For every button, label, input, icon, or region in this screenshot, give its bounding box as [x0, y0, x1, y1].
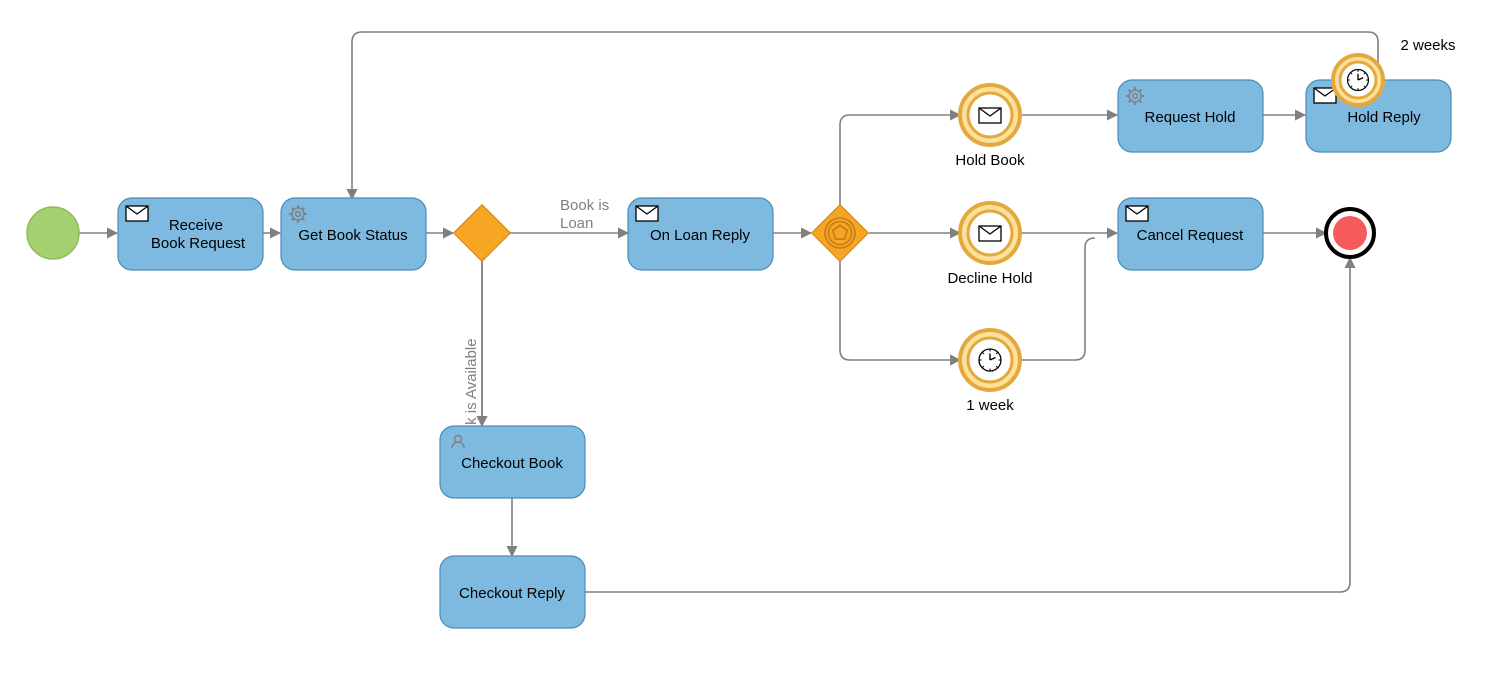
message-icon — [979, 108, 1001, 123]
start-event — [27, 207, 79, 259]
message-icon — [1314, 88, 1336, 103]
flow-evg-holdbook — [840, 115, 960, 205]
message-icon — [1126, 206, 1148, 221]
flow-checkoutreply-end — [584, 258, 1350, 592]
event-decline-hold: Decline Hold — [947, 203, 1032, 287]
end-event — [1326, 209, 1374, 257]
task-receive-book-request: Receive Book Request Receive Book Reques… — [118, 198, 263, 270]
task-cancel-request: Cancel Request — [1118, 198, 1263, 270]
task-checkout-reply: Checkout Reply — [440, 556, 585, 628]
event-hold-book: Hold Book — [955, 85, 1025, 169]
event-one-week: 1 week — [960, 330, 1020, 414]
svg-text:Checkout Book: Checkout Book — [461, 455, 563, 472]
gateway-exclusive — [454, 205, 511, 262]
svg-text:Hold Book: Hold Book — [955, 152, 1025, 169]
svg-text:On Loan Reply: On Loan Reply — [650, 227, 751, 244]
message-icon — [636, 206, 658, 221]
flow-1week-cancel — [1021, 238, 1095, 360]
gateway-event-based — [812, 205, 869, 262]
svg-text:Checkout Reply: Checkout Reply — [459, 585, 565, 602]
task-get-book-status: Get Book Status — [281, 198, 426, 270]
message-icon — [979, 226, 1001, 241]
svg-text:Decline Hold: Decline Hold — [947, 270, 1032, 287]
svg-text:Request Hold: Request Hold — [1145, 109, 1236, 126]
clock-icon — [979, 349, 1001, 371]
svg-text:1 week: 1 week — [966, 397, 1014, 414]
svg-text:Hold Reply: Hold Reply — [1347, 109, 1421, 126]
svg-text:Cancel Request: Cancel Request — [1137, 227, 1245, 244]
task-on-loan-reply: On Loan Reply — [628, 198, 773, 270]
task-checkout-book: Checkout Book — [440, 426, 585, 498]
svg-text:Get Book Status: Get Book Status — [298, 227, 407, 244]
flow-evg-1week — [840, 261, 960, 360]
task-request-hold: Request Hold — [1118, 80, 1263, 152]
clock-icon — [1348, 70, 1369, 91]
svg-text:2 weeks: 2 weeks — [1400, 37, 1455, 54]
message-icon — [126, 206, 148, 221]
label-book-is-loan: Book is Loan — [560, 197, 613, 232]
